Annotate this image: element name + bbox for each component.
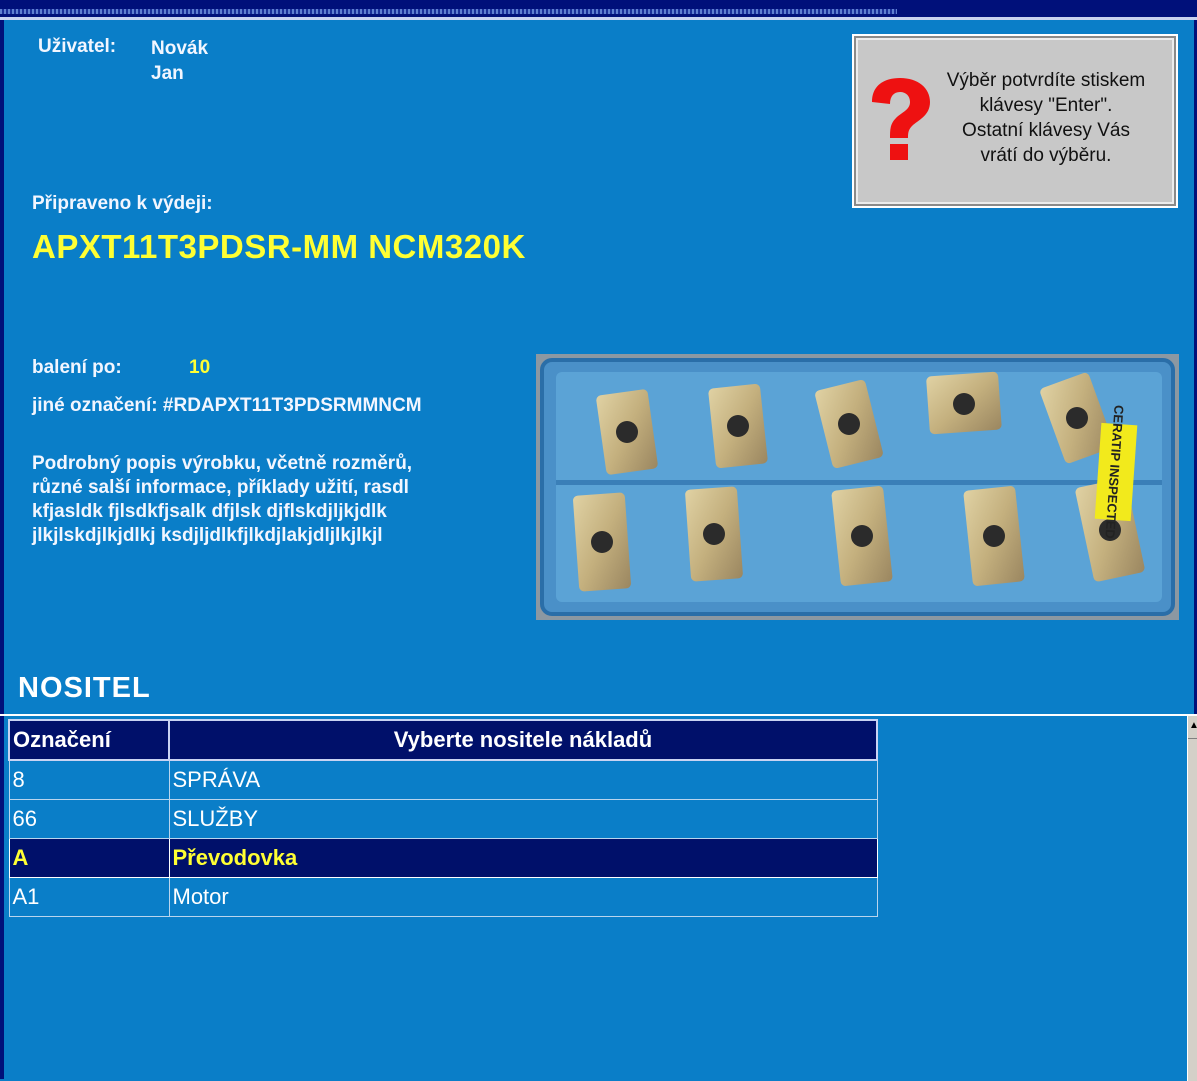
section-title: NOSITEL: [18, 672, 151, 704]
help-line: klávesy "Enter".: [979, 95, 1113, 116]
description-line: různé salší informace, příklady užití, r…: [32, 477, 409, 498]
row-code[interactable]: 66: [8, 799, 170, 839]
pack-label: balení po:: [32, 357, 122, 378]
table-row[interactable]: A1 Motor: [8, 877, 878, 917]
row-name[interactable]: SPRÁVA: [168, 759, 878, 800]
row-code[interactable]: 8: [8, 759, 170, 800]
ready-label: Připraveno k výdeji:: [32, 193, 213, 214]
product-description: Podrobný popis výrobku, včetně rozměrů, …: [32, 452, 502, 548]
user-label: Uživatel:: [38, 36, 117, 57]
window-top-border: [0, 0, 1197, 20]
user-name: Novák Jan: [151, 36, 271, 86]
row-name[interactable]: Motor: [168, 877, 878, 917]
help-line: Výběr potvrdíte stiskem: [946, 70, 1146, 91]
description-line: jlkjlskdjlkjdlkj ksdjljdlkfjlkdjlakjdljl…: [32, 525, 383, 546]
column-header-name[interactable]: Vyberte nositele nákladů: [168, 719, 878, 761]
description-line: Podrobný popis výrobku, včetně rozměrů,: [32, 453, 413, 474]
user-firstname: Jan: [151, 63, 184, 84]
row-name[interactable]: SLUŽBY: [168, 799, 878, 839]
row-code[interactable]: A1: [8, 877, 170, 917]
table-row-selected[interactable]: A Převodovka: [8, 838, 878, 878]
question-icon: [872, 78, 930, 160]
cost-carrier-table: Označení Vyberte nositele nákladů 8 SPRÁ…: [8, 719, 878, 917]
table-row[interactable]: 66 SLUŽBY: [8, 799, 878, 839]
user-surname: Novák: [151, 38, 209, 59]
column-header-code[interactable]: Označení: [8, 719, 170, 761]
help-dialog: Výběr potvrdíte stiskem klávesy "Enter".…: [852, 34, 1178, 208]
description-line: kfjasldk fjlsdkfjsalk dfjlsk djflskdjljk…: [32, 501, 387, 522]
help-text: Výběr potvrdíte stiskem klávesy "Enter".…: [932, 68, 1160, 168]
arrow-up-icon: ▲: [1189, 720, 1197, 731]
cost-carrier-list: Označení Vyberte nositele nákladů 8 SPRÁ…: [0, 714, 1197, 1081]
product-photo: CERATIP INSPECTED: [536, 354, 1179, 620]
title-bar-pattern: [0, 9, 897, 14]
table-header-row: Označení Vyberte nositele nákladů: [8, 719, 878, 761]
pack-value: 10: [189, 357, 211, 378]
vertical-scrollbar[interactable]: ▲: [1187, 716, 1197, 1081]
row-code[interactable]: A: [8, 838, 170, 878]
row-name[interactable]: Převodovka: [168, 838, 878, 878]
table-row[interactable]: 8 SPRÁVA: [8, 759, 878, 800]
help-line: Ostatní klávesy Vás: [962, 120, 1130, 141]
alt-code: jiné označení: #RDAPXT11T3PDSRMMNCM: [32, 395, 422, 416]
title-bar-line: [0, 17, 1197, 20]
product-code: APXT11T3PDSR-MM NCM320K: [32, 228, 526, 265]
scroll-up-button[interactable]: ▲: [1188, 716, 1197, 739]
help-line: vrátí do výběru.: [980, 145, 1112, 166]
